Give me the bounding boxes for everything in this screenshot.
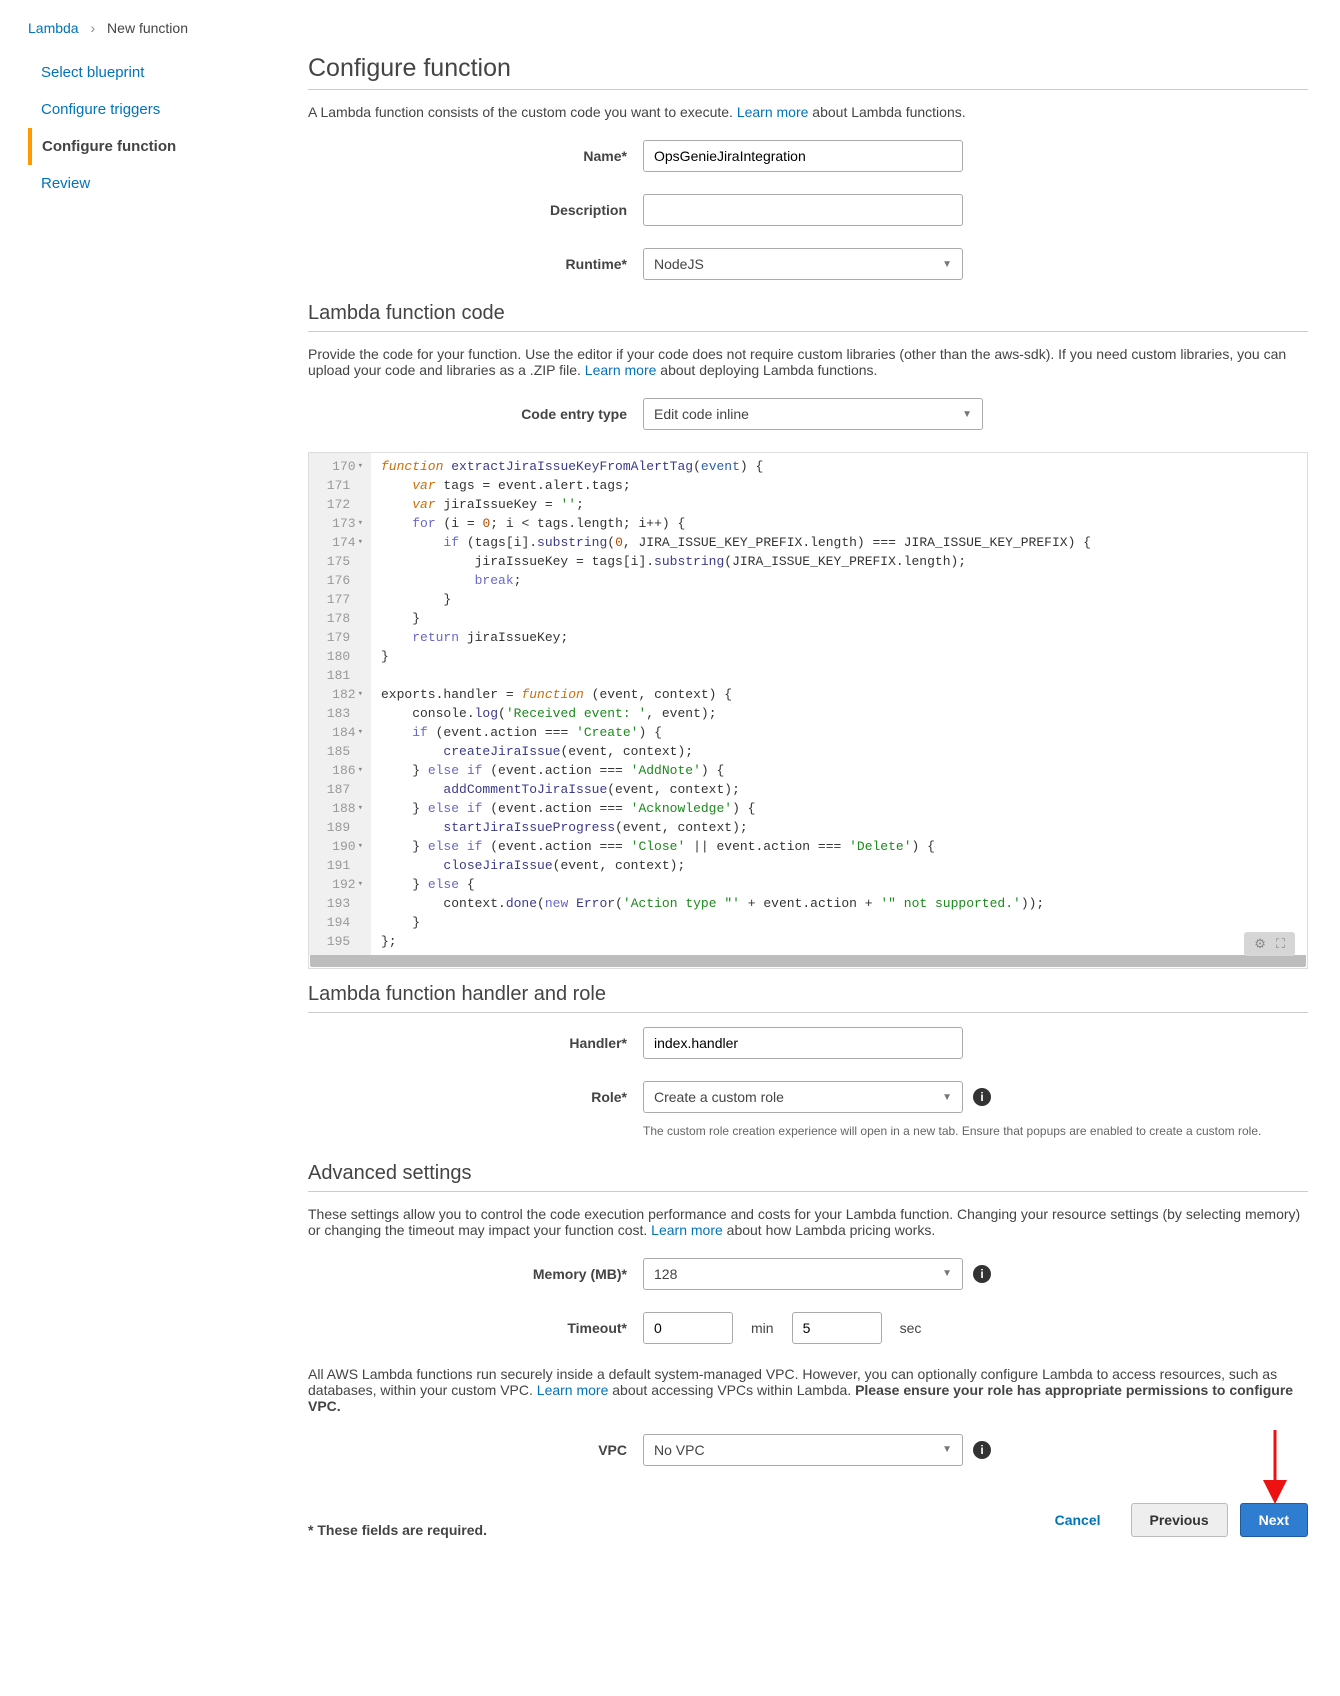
code-entry-type-label: Code entry type: [308, 406, 643, 422]
learn-more-link[interactable]: Learn more: [737, 104, 809, 120]
timeout-label: Timeout*: [308, 1320, 643, 1336]
divider: [308, 1191, 1308, 1192]
vpc-description: All AWS Lambda functions run securely in…: [308, 1366, 1308, 1414]
wizard-sidebar: Select blueprint Configure triggers Conf…: [28, 54, 308, 1538]
info-icon[interactable]: i: [973, 1088, 991, 1106]
description-label: Description: [308, 202, 643, 218]
breadcrumb-root[interactable]: Lambda: [28, 20, 79, 36]
name-label: Name*: [308, 148, 643, 164]
vpc-label: VPC: [308, 1442, 643, 1458]
learn-more-link[interactable]: Learn more: [585, 362, 657, 378]
memory-label: Memory (MB)*: [308, 1266, 643, 1282]
caret-down-icon: ▼: [942, 259, 952, 270]
breadcrumb: Lambda › New function: [28, 20, 1312, 36]
divider: [308, 89, 1308, 90]
advanced-description: These settings allow you to control the …: [308, 1206, 1308, 1238]
horizontal-scrollbar[interactable]: [310, 955, 1306, 967]
editor-toolbar: ⚙ ⛶: [1244, 932, 1295, 956]
code-section-title: Lambda function code: [308, 302, 1308, 325]
sidebar-item-configure-function[interactable]: Configure function: [28, 128, 278, 165]
role-label: Role*: [308, 1089, 643, 1105]
code-section-description: Provide the code for your function. Use …: [308, 346, 1308, 378]
memory-select[interactable]: 128▼: [643, 1258, 963, 1290]
sidebar-item-select-blueprint[interactable]: Select blueprint: [28, 54, 278, 91]
handler-label: Handler*: [308, 1035, 643, 1051]
runtime-select[interactable]: NodeJS▼: [643, 248, 963, 280]
timeout-sec-unit: sec: [900, 1320, 922, 1336]
advanced-title: Advanced settings: [308, 1162, 1308, 1185]
breadcrumb-current: New function: [107, 20, 188, 36]
chevron-right-icon: ›: [90, 20, 95, 36]
caret-down-icon: ▼: [962, 409, 972, 420]
divider: [308, 331, 1308, 332]
caret-down-icon: ▼: [942, 1092, 952, 1103]
learn-more-link[interactable]: Learn more: [537, 1382, 609, 1398]
info-icon[interactable]: i: [973, 1265, 991, 1283]
required-note: * These fields are required.: [308, 1522, 487, 1538]
vpc-select[interactable]: No VPC▼: [643, 1434, 963, 1466]
timeout-min-unit: min: [751, 1320, 774, 1336]
sidebar-item-configure-triggers[interactable]: Configure triggers: [28, 91, 278, 128]
caret-down-icon: ▼: [942, 1444, 952, 1455]
code-editor[interactable]: 170 ▾171 172 173 ▾174 ▾175 176 177 178 1…: [308, 452, 1308, 969]
name-input[interactable]: [643, 140, 963, 172]
handler-section-title: Lambda function handler and role: [308, 983, 1308, 1006]
role-select[interactable]: Create a custom role▼: [643, 1081, 963, 1113]
gear-icon[interactable]: ⚙: [1254, 936, 1266, 952]
description-input[interactable]: [643, 194, 963, 226]
previous-button[interactable]: Previous: [1131, 1503, 1228, 1537]
code-area[interactable]: function extractJiraIssueKeyFromAlertTag…: [371, 453, 1307, 955]
page-title: Configure function: [308, 54, 1308, 83]
configure-description: A Lambda function consists of the custom…: [308, 104, 1308, 120]
code-gutter: 170 ▾171 172 173 ▾174 ▾175 176 177 178 1…: [309, 453, 371, 955]
next-button[interactable]: Next: [1240, 1503, 1308, 1537]
role-hint: The custom role creation experience will…: [643, 1123, 1261, 1140]
info-icon[interactable]: i: [973, 1441, 991, 1459]
sidebar-item-review[interactable]: Review: [28, 165, 278, 202]
code-entry-type-select[interactable]: Edit code inline▼: [643, 398, 983, 430]
handler-input[interactable]: [643, 1027, 963, 1059]
runtime-label: Runtime*: [308, 256, 643, 272]
learn-more-link[interactable]: Learn more: [651, 1222, 723, 1238]
divider: [308, 1012, 1308, 1013]
expand-icon[interactable]: ⛶: [1276, 936, 1285, 952]
timeout-sec-input[interactable]: [792, 1312, 882, 1344]
caret-down-icon: ▼: [942, 1268, 952, 1279]
timeout-min-input[interactable]: [643, 1312, 733, 1344]
cancel-button[interactable]: Cancel: [1037, 1504, 1119, 1536]
